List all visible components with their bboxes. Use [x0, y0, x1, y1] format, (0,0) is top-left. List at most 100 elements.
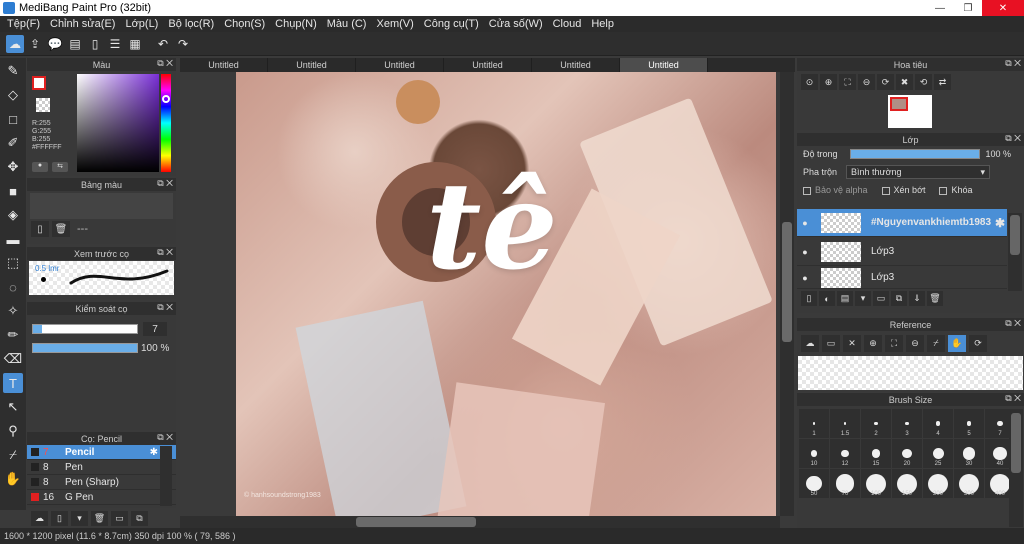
panel-controls[interactable]: ⧉ ✕ [1005, 393, 1021, 404]
trash-icon[interactable]: 🗑 [91, 510, 108, 526]
brush-size-cell[interactable]: 300 [954, 469, 984, 498]
scroll-thumb[interactable] [1011, 413, 1021, 473]
menu-help[interactable]: Help [586, 18, 619, 30]
menu-cloud[interactable]: Cloud [548, 18, 587, 30]
document-tab[interactable]: Untitled [356, 58, 444, 72]
brush-size-cell[interactable]: 150 [892, 469, 922, 498]
document-tab[interactable]: Untitled [268, 58, 356, 72]
rotate-icon[interactable]: ⟳ [877, 74, 894, 90]
brush-size-value[interactable]: 7 [143, 322, 167, 336]
brush-size-cell[interactable]: 4 [923, 409, 953, 438]
clipping-checkbox[interactable]: Xén bớt [881, 185, 925, 195]
menu-window[interactable]: Cửa số(W) [484, 18, 548, 30]
canvas[interactable]: tê © hanhsoundstrong1983 [236, 72, 776, 516]
canvas-horizontal-scrollbar[interactable] [180, 516, 780, 528]
new-halftone-layer-icon[interactable]: ▤ [837, 291, 853, 306]
menu-color[interactable]: Màu (C) [322, 18, 372, 30]
dropper-icon[interactable]: ⌿ [3, 445, 23, 465]
trash-icon[interactable]: 🗑 [927, 291, 943, 306]
brush-list-scrollbar[interactable] [160, 446, 172, 506]
comment-icon[interactable]: 💬 [46, 35, 64, 53]
foreground-swatch[interactable] [32, 76, 46, 90]
flip-icon[interactable]: ⇄ [934, 74, 951, 90]
page-icon[interactable]: ▯ [86, 35, 104, 53]
eraser-icon[interactable]: ◇ [3, 85, 23, 105]
fill-rect-icon[interactable]: ■ [3, 181, 23, 201]
brush-settings-icon[interactable]: ▾ [71, 510, 88, 526]
hand-icon[interactable]: ✋ [948, 335, 966, 352]
eyedropper-icon[interactable]: ⌿ [927, 335, 945, 352]
menu-file[interactable]: Tệp(F) [2, 18, 45, 30]
palette-swatches[interactable] [30, 193, 173, 219]
zoom-out-icon[interactable]: ⊖ [906, 335, 924, 352]
hue-slider[interactable] [161, 74, 171, 172]
scroll-thumb[interactable] [356, 517, 476, 527]
brush-size-slider[interactable] [32, 324, 138, 334]
gear-icon[interactable]: ✱ [995, 216, 1005, 230]
magic-wand-icon[interactable]: ✧ [3, 301, 23, 321]
bucket-icon[interactable]: ◈ [3, 205, 23, 225]
lock-checkbox[interactable]: Khóa [939, 185, 973, 195]
menu-filter[interactable]: Bộ lọc(R) [163, 18, 219, 30]
panel-controls[interactable]: ⧉ ✕ [157, 178, 173, 189]
brush-item[interactable]: 7 Pencil ✱ [27, 445, 176, 460]
menu-layer[interactable]: Lớp(L) [120, 18, 163, 30]
document-tab[interactable]: Untitled [532, 58, 620, 72]
open-folder-icon[interactable]: ▭ [822, 335, 840, 352]
brush-size-cell[interactable]: 15 [861, 439, 891, 468]
panel-controls[interactable]: ⧉ ✕ [1005, 318, 1021, 329]
reference-canvas[interactable] [798, 356, 1023, 390]
move-icon[interactable]: ✥ [3, 157, 23, 177]
hue-marker[interactable] [162, 95, 170, 103]
menu-select[interactable]: Chọn(S) [219, 18, 270, 30]
brush-size-cell[interactable]: 70 [830, 469, 860, 498]
brush-size-cell[interactable]: 50 [799, 469, 829, 498]
brush-size-cell[interactable]: 1 [799, 409, 829, 438]
close-icon[interactable]: ✕ [843, 335, 861, 352]
brush-size-cell[interactable]: 10 [799, 439, 829, 468]
rotate-icon[interactable]: ⟳ [969, 335, 987, 352]
menu-edit[interactable]: Chỉnh sửa(E) [45, 18, 120, 30]
folder-icon[interactable]: ▭ [873, 291, 889, 306]
brush-size-cell[interactable]: 12 [830, 439, 860, 468]
new-layer-menu-icon[interactable]: ▾ [855, 291, 871, 306]
maximize-button[interactable]: ❐ [954, 0, 982, 16]
new-palette-icon[interactable]: ▯ [31, 221, 49, 237]
brush-icon[interactable]: ✎ [3, 61, 23, 81]
panel-controls[interactable]: ⧉ ✕ [157, 247, 173, 258]
menu-view[interactable]: Xem(V) [371, 18, 418, 30]
layer-item[interactable]: ● Lớp3 [797, 238, 1007, 266]
select-eraser-icon[interactable]: ⌫ [3, 349, 23, 369]
panel-controls[interactable]: ⧉ ✕ [1005, 133, 1021, 144]
brush-size-cell[interactable]: 30 [954, 439, 984, 468]
duplicate-icon[interactable]: ⧉ [131, 510, 148, 526]
trash-icon[interactable]: 🗑 [52, 221, 70, 237]
layer-item[interactable]: ● Lớp3 [797, 267, 1007, 289]
document-tab[interactable]: Untitled [444, 58, 532, 72]
redo-icon[interactable]: ↷ [174, 35, 192, 53]
gear-icon[interactable]: ✱ [150, 447, 158, 458]
panel-controls[interactable]: ⧉ ✕ [1005, 58, 1021, 69]
brush-size-cell[interactable]: 1.5 [830, 409, 860, 438]
layer-opacity-slider[interactable] [849, 149, 980, 159]
close-button[interactable]: ✕ [982, 0, 1024, 16]
visibility-icon[interactable]: ● [797, 218, 813, 228]
menu-tools[interactable]: Công cụ(T) [419, 18, 484, 30]
merge-icon[interactable]: ⇓ [909, 291, 925, 306]
menu-snap[interactable]: Chụp(N) [270, 18, 322, 30]
cloud-icon[interactable]: ☁ [801, 335, 819, 352]
visibility-icon[interactable]: ● [797, 273, 813, 283]
zoom-in-icon[interactable]: ⊕ [820, 74, 837, 90]
brush-item[interactable]: 16 G Pen [27, 490, 176, 505]
minimize-button[interactable]: — [926, 0, 954, 16]
brush-item[interactable]: 8 Pen (Sharp) [27, 475, 176, 490]
zoom-fit-icon[interactable]: ⊙ [801, 74, 818, 90]
checkbox-box[interactable] [881, 186, 890, 195]
blend-mode-select[interactable]: Bình thường ▾ [846, 165, 991, 179]
scroll-thumb[interactable] [1010, 215, 1020, 255]
panel-controls[interactable]: ⧉ ✕ [157, 302, 173, 313]
brush-size-cell[interactable]: 5 [954, 409, 984, 438]
brush-opacity-slider[interactable] [32, 343, 138, 353]
navigator-viewport[interactable] [890, 97, 908, 111]
brush-item[interactable]: 8 Pen [27, 460, 176, 475]
